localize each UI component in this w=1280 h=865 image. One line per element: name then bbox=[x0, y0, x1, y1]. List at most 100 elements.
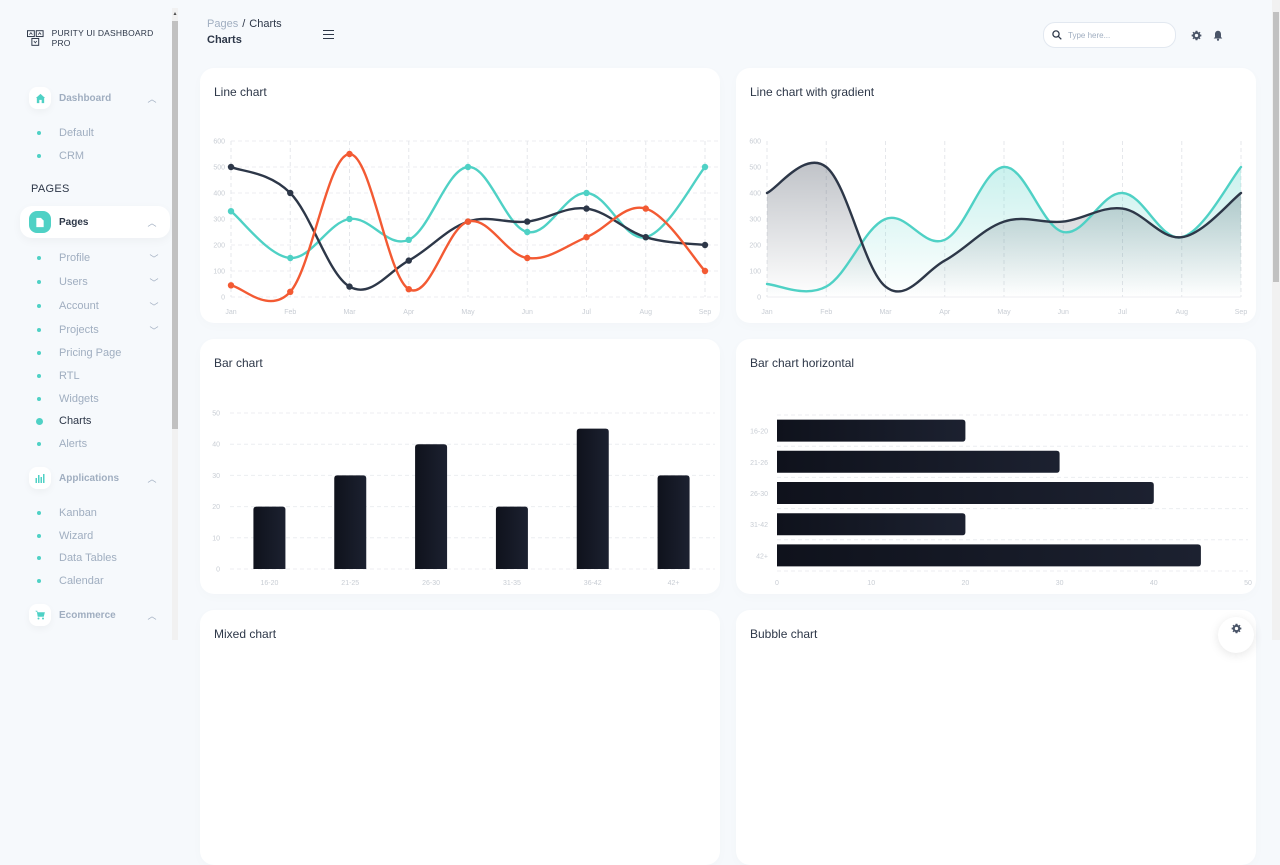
bullet-icon bbox=[37, 511, 41, 515]
scroll-up-arrow-icon[interactable]: ▴ bbox=[172, 8, 178, 20]
x-tick-label: 40 bbox=[1150, 580, 1158, 587]
bar bbox=[777, 419, 966, 442]
bar bbox=[777, 482, 1154, 504]
x-tick-label: Jan bbox=[225, 309, 236, 316]
bullet-icon bbox=[37, 280, 41, 284]
sidebar-item-label: Calendar bbox=[59, 575, 104, 587]
sidebar-item-pricing-page[interactable]: Pricing Page bbox=[36, 345, 162, 361]
search-box[interactable] bbox=[1043, 22, 1176, 48]
x-tick-label: 10 bbox=[867, 580, 875, 587]
sidebar-item-label: Default bbox=[59, 127, 94, 139]
x-tick-label: 0 bbox=[775, 580, 779, 587]
sidebar-item-profile[interactable]: Profile ﹀ bbox=[36, 250, 162, 266]
sidebar-item-label: Wizard bbox=[59, 530, 94, 542]
bullet-icon bbox=[37, 154, 41, 158]
y-tick-label: 50 bbox=[212, 411, 220, 418]
data-point-dark bbox=[583, 205, 590, 212]
sidebar-group-pages[interactable]: Pages ︿ bbox=[20, 206, 170, 238]
sidebar-item-account[interactable]: Account ﹀ bbox=[36, 298, 162, 314]
menu-toggle-icon[interactable] bbox=[323, 30, 334, 39]
bell-icon bbox=[1213, 30, 1223, 41]
sidebar-item-rtl[interactable]: RTL bbox=[36, 368, 162, 384]
x-tick-label: Feb bbox=[284, 309, 296, 316]
sidebar-group-label: Ecommerce bbox=[59, 609, 116, 621]
y-tick-label: 600 bbox=[213, 139, 225, 146]
data-point-orange bbox=[583, 234, 590, 241]
x-tick-label: 30 bbox=[1056, 580, 1064, 587]
chevron-up-icon: ︿ bbox=[147, 610, 157, 621]
sidebar-item-charts[interactable]: Charts bbox=[36, 413, 162, 429]
sidebar-item-widgets[interactable]: Widgets bbox=[36, 391, 162, 407]
x-tick-label: May bbox=[461, 309, 475, 316]
bullet-icon bbox=[37, 256, 41, 260]
bar bbox=[253, 506, 286, 569]
x-tick-label: 26-30 bbox=[422, 580, 440, 587]
card-title: Mixed chart bbox=[214, 627, 277, 641]
bar-chart-card: Bar chart 0 10 20 30 40 50 16-20 21-25 26-30 31-3… bbox=[200, 339, 720, 594]
sidebar-item-label: Users bbox=[59, 276, 88, 288]
notifications-button[interactable] bbox=[1211, 28, 1225, 42]
chevron-down-icon: ﹀ bbox=[149, 253, 159, 264]
sidebar-item-label: Alerts bbox=[59, 438, 88, 450]
data-point-teal bbox=[464, 163, 472, 171]
search-input[interactable] bbox=[1068, 30, 1163, 40]
sidebar: PURITY UI DASHBOARD PRO Dashboard ︿ Defa… bbox=[0, 0, 172, 640]
sidebar-item-label: Charts bbox=[59, 415, 92, 427]
x-tick-label: Jun bbox=[1058, 309, 1069, 316]
y-tick-label: 500 bbox=[213, 165, 225, 172]
sidebar-group-ecommerce[interactable]: Ecommerce ︿ bbox=[20, 599, 170, 631]
sidebar-scrollbar-thumb[interactable] bbox=[172, 21, 178, 429]
cart-icon bbox=[35, 610, 45, 620]
line-chart: 0 100 200 300 400 500 600 Jan Feb Mar Apr May Jun Jul… bbox=[213, 139, 719, 316]
sidebar-item-wizard[interactable]: Wizard bbox=[36, 528, 162, 544]
settings-button[interactable] bbox=[1189, 28, 1203, 42]
breadcrumb-parent[interactable]: Pages bbox=[207, 18, 238, 30]
sidebar-item-crm[interactable]: CRM bbox=[36, 148, 162, 164]
horizontal-bar-chart-card: Bar chart horizontal 16-20 21-26 26-30 31-4… bbox=[736, 339, 1256, 594]
x-tick-label: Jan bbox=[761, 309, 772, 316]
sidebar-item-calendar[interactable]: Calendar bbox=[36, 573, 162, 589]
sidebar-item-projects[interactable]: Projects ﹀ bbox=[36, 322, 162, 338]
brand-name: PURITY UI DASHBOARD PRO bbox=[51, 28, 154, 48]
bullet-active-icon bbox=[36, 417, 43, 425]
sidebar-item-users[interactable]: Users ﹀ bbox=[36, 274, 162, 290]
bullet-icon bbox=[37, 397, 41, 401]
x-tick-label: Sep bbox=[699, 309, 712, 316]
chevron-up-icon: ︿ bbox=[147, 217, 157, 228]
sidebar-item-label: Widgets bbox=[59, 393, 99, 405]
sidebar-item-label: Pricing Page bbox=[59, 347, 122, 359]
x-tick-label: 21-25 bbox=[341, 580, 359, 587]
card-title: Bubble chart bbox=[750, 627, 818, 641]
data-point-dark bbox=[346, 283, 353, 290]
sidebar-group-dashboard[interactable]: Dashboard ︿ bbox=[20, 82, 170, 114]
sidebar-item-label: Account bbox=[59, 300, 99, 312]
y-tick-label: 300 bbox=[213, 217, 225, 224]
y-tick-label: 0 bbox=[216, 567, 220, 574]
x-tick-label: 42+ bbox=[668, 580, 680, 587]
home-icon bbox=[35, 93, 45, 103]
bullet-icon bbox=[37, 328, 41, 332]
page-scrollbar[interactable] bbox=[1272, 0, 1280, 640]
line-chart-card: Line chart 0 100 200 300 400 500 600 Jan Feb Mar A… bbox=[200, 68, 720, 323]
bar bbox=[777, 544, 1201, 567]
sidebar-item-data-tables[interactable]: Data Tables bbox=[36, 550, 162, 566]
brand[interactable]: PURITY UI DASHBOARD PRO bbox=[27, 28, 172, 48]
x-tick-label: Mar bbox=[879, 309, 892, 316]
sidebar-scrollbar[interactable]: ▴ bbox=[172, 8, 178, 640]
sidebar-group-label: Applications bbox=[59, 472, 120, 484]
configurator-button[interactable] bbox=[1218, 617, 1254, 653]
data-point-orange bbox=[464, 218, 472, 225]
page-scrollbar-thumb[interactable] bbox=[1273, 12, 1279, 282]
gear-icon bbox=[1231, 623, 1241, 633]
data-point-dark bbox=[287, 189, 294, 197]
sidebar-item-default[interactable]: Default bbox=[36, 125, 162, 141]
x-tick-label: Sep bbox=[1235, 309, 1248, 316]
data-point-dark bbox=[642, 234, 649, 241]
data-point-dark bbox=[405, 257, 412, 264]
sidebar-item-alerts[interactable]: Alerts bbox=[36, 436, 162, 452]
sidebar-item-kanban[interactable]: Kanban bbox=[36, 505, 162, 521]
x-tick-label: Jul bbox=[582, 309, 591, 316]
sidebar-group-applications[interactable]: Applications ︿ bbox=[20, 462, 170, 494]
y-tick-label: 100 bbox=[213, 269, 225, 276]
chevron-down-icon: ﹀ bbox=[149, 301, 159, 312]
